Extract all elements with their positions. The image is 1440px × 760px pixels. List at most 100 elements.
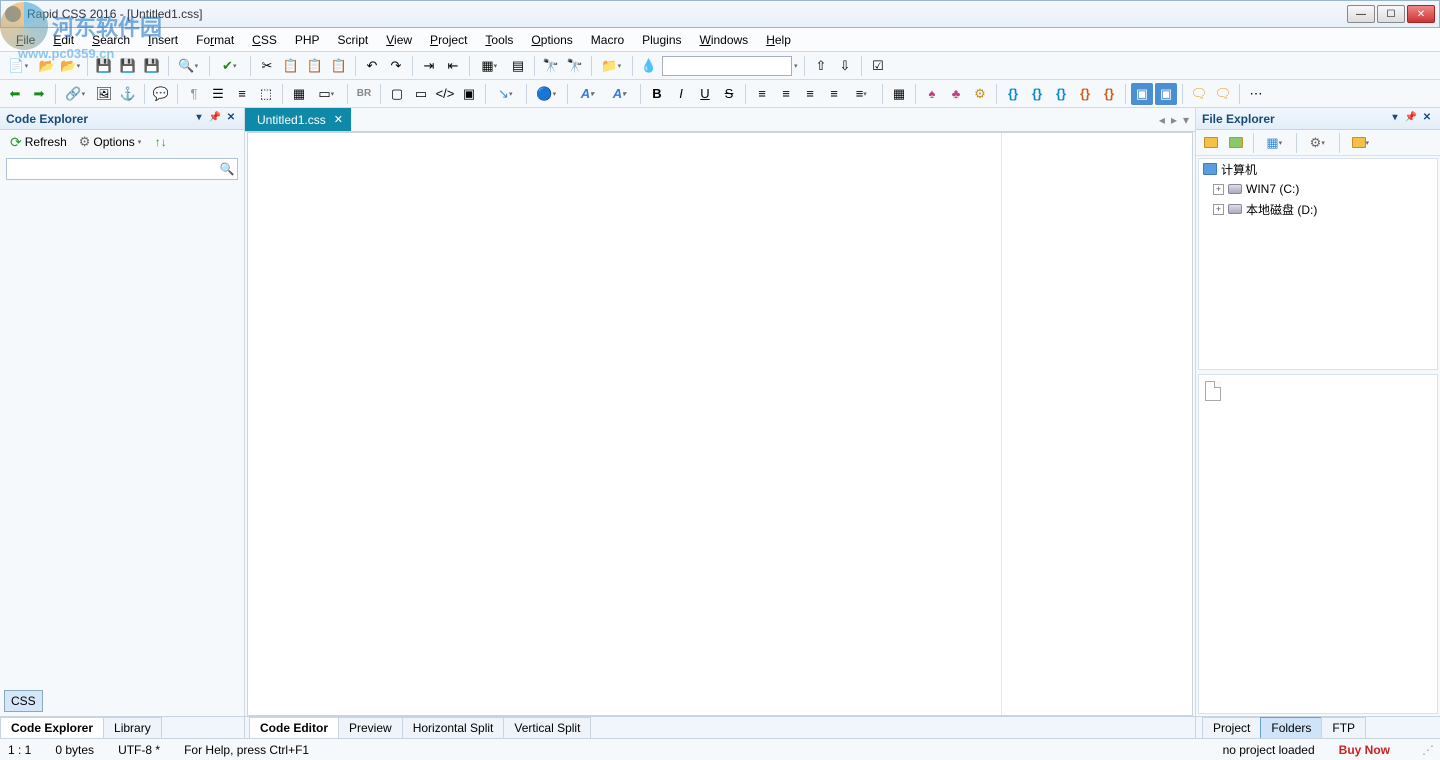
tree-root[interactable]: 计算机 xyxy=(1199,159,1437,179)
new-folder-button[interactable] xyxy=(1225,132,1247,154)
indent-left-button[interactable]: ⬚ xyxy=(255,83,277,105)
braces2-button[interactable]: {} xyxy=(1026,83,1048,105)
css-tool3-button[interactable]: ⚙ xyxy=(969,83,991,105)
binoculars-button[interactable]: 🔭 xyxy=(540,55,562,77)
strike-button[interactable]: S xyxy=(718,83,740,105)
copy-button[interactable]: 📋 xyxy=(280,55,302,77)
tab-code-explorer[interactable]: Code Explorer xyxy=(0,717,104,738)
pin-icon[interactable]: 📌 xyxy=(1404,112,1418,126)
color-button[interactable]: 🔵▾ xyxy=(532,83,562,105)
align-center-button[interactable]: ≡ xyxy=(775,83,797,105)
menu-options[interactable]: Options xyxy=(523,30,580,50)
align-right-button[interactable]: ≡ xyxy=(799,83,821,105)
selector-combo[interactable] xyxy=(662,56,792,76)
undo-button[interactable]: ↶ xyxy=(361,55,383,77)
tab-vertical-split[interactable]: Vertical Split xyxy=(503,717,591,738)
font-a-button[interactable]: A▾ xyxy=(573,83,603,105)
menu-css[interactable]: CSS xyxy=(244,30,285,50)
menu-plugins[interactable]: Plugins xyxy=(634,30,689,50)
tab-prev-icon[interactable]: ◂ xyxy=(1159,113,1165,127)
comment-button[interactable]: 💬 xyxy=(150,83,172,105)
menu-script[interactable]: Script xyxy=(330,30,377,50)
css-tool2-button[interactable]: ♣ xyxy=(945,83,967,105)
spellcheck-button[interactable]: ✔▾ xyxy=(215,55,245,77)
align-more-button[interactable]: ≡▾ xyxy=(847,83,877,105)
resize-grip[interactable]: ⋰ xyxy=(1422,743,1432,757)
braces3-button[interactable]: {} xyxy=(1050,83,1072,105)
br-button[interactable]: BR xyxy=(353,83,375,105)
validate-button[interactable]: ☑ xyxy=(867,55,889,77)
tab-list-icon[interactable]: ▾ xyxy=(1183,113,1189,127)
tag-button[interactable]: ↘▾ xyxy=(491,83,521,105)
tab-project[interactable]: Project xyxy=(1202,717,1261,738)
tree-drive[interactable]: + 本地磁盘 (D:) xyxy=(1199,199,1437,219)
find-button[interactable]: 🔍▾ xyxy=(174,55,204,77)
menu-format[interactable]: Format xyxy=(188,30,242,50)
menu-edit[interactable]: Edit xyxy=(45,30,82,50)
tab-next-icon[interactable]: ▸ xyxy=(1171,113,1177,127)
maximize-button[interactable]: ☐ xyxy=(1377,5,1405,23)
panel-close-icon[interactable]: ✕ xyxy=(224,112,238,126)
tab-code-editor[interactable]: Code Editor xyxy=(249,717,339,738)
reopen-button[interactable]: 📂▾ xyxy=(60,55,82,77)
css-tool1-button[interactable]: ♠ xyxy=(921,83,943,105)
pin-icon[interactable]: 📌 xyxy=(208,112,222,126)
up-folder-button[interactable] xyxy=(1200,132,1222,154)
menu-help[interactable]: Help xyxy=(758,30,799,50)
document-tab[interactable]: Untitled1.css ✕ xyxy=(245,108,351,131)
menu-php[interactable]: PHP xyxy=(287,30,328,50)
panel-close-icon[interactable]: ✕ xyxy=(1420,112,1434,126)
list-ul-button[interactable]: ☰ xyxy=(207,83,229,105)
menu-project[interactable]: Project xyxy=(422,30,475,50)
view-mode-button[interactable]: ▦▾ xyxy=(475,55,505,77)
replace-button[interactable]: 🔭 xyxy=(564,55,586,77)
filter-button[interactable]: ▾ xyxy=(1346,132,1376,154)
script-button[interactable]: </> xyxy=(434,83,456,105)
style-button[interactable]: ▣ xyxy=(458,83,480,105)
braces1-button[interactable]: {} xyxy=(1002,83,1024,105)
align-left-button[interactable]: ≡ xyxy=(751,83,773,105)
tab-folders[interactable]: Folders xyxy=(1260,717,1322,738)
browse-button[interactable]: 📁▾ xyxy=(597,55,627,77)
tree-drive[interactable]: + WIN7 (C:) xyxy=(1199,179,1437,199)
tab-close-icon[interactable]: ✕ xyxy=(334,113,343,126)
save-button[interactable]: 💾 xyxy=(93,55,115,77)
settings-button[interactable]: ⚙▾ xyxy=(1303,132,1333,154)
buy-now-link[interactable]: Buy Now xyxy=(1339,743,1390,757)
toggle-panel-button[interactable]: ▤ xyxy=(507,55,529,77)
list-ol-button[interactable]: ≡ xyxy=(231,83,253,105)
new-button[interactable]: 📄▾ xyxy=(4,55,34,77)
bold-button[interactable]: B xyxy=(646,83,668,105)
save-all-button[interactable]: 💾 xyxy=(117,55,139,77)
image-button[interactable]: 🖼 xyxy=(93,83,115,105)
menu-insert[interactable]: Insert xyxy=(140,30,186,50)
ftp-down-button[interactable]: ⇩ xyxy=(834,55,856,77)
extra-button[interactable]: ⋯ xyxy=(1245,83,1267,105)
font-a2-button[interactable]: A▾ xyxy=(605,83,635,105)
options-button[interactable]: ⚙Options▾ xyxy=(75,132,147,152)
menu-tools[interactable]: Tools xyxy=(477,30,521,50)
menu-macro[interactable]: Macro xyxy=(583,30,632,50)
box-button[interactable]: ▦ xyxy=(888,83,910,105)
sort-button[interactable]: ↑↓ xyxy=(151,133,171,151)
tab-library[interactable]: Library xyxy=(103,717,162,738)
css-badge[interactable]: CSS xyxy=(4,690,43,712)
back-button[interactable]: ⬅ xyxy=(4,83,26,105)
open-button[interactable]: 📂 xyxy=(36,55,58,77)
ftp-up-button[interactable]: ⇧ xyxy=(810,55,832,77)
redo-button[interactable]: ↷ xyxy=(385,55,407,77)
braces4-button[interactable]: {} xyxy=(1074,83,1096,105)
menu-view[interactable]: View xyxy=(378,30,420,50)
align-justify-button[interactable]: ≡ xyxy=(823,83,845,105)
div-button[interactable]: ▭▾ xyxy=(312,83,342,105)
note1-button[interactable]: 🗨 xyxy=(1188,83,1210,105)
cut-button[interactable]: ✂ xyxy=(256,55,278,77)
link-button[interactable]: 🔗▾ xyxy=(61,83,91,105)
code-editor[interactable] xyxy=(248,133,1002,715)
note2-button[interactable]: 🗨 xyxy=(1212,83,1234,105)
search-icon[interactable]: 🔍 xyxy=(217,162,237,176)
forward-button[interactable]: ➡ xyxy=(28,83,50,105)
outdent-button[interactable]: ⇤ xyxy=(442,55,464,77)
eyedropper-button[interactable]: 💧 xyxy=(638,55,660,77)
expand-icon[interactable]: + xyxy=(1213,204,1224,215)
